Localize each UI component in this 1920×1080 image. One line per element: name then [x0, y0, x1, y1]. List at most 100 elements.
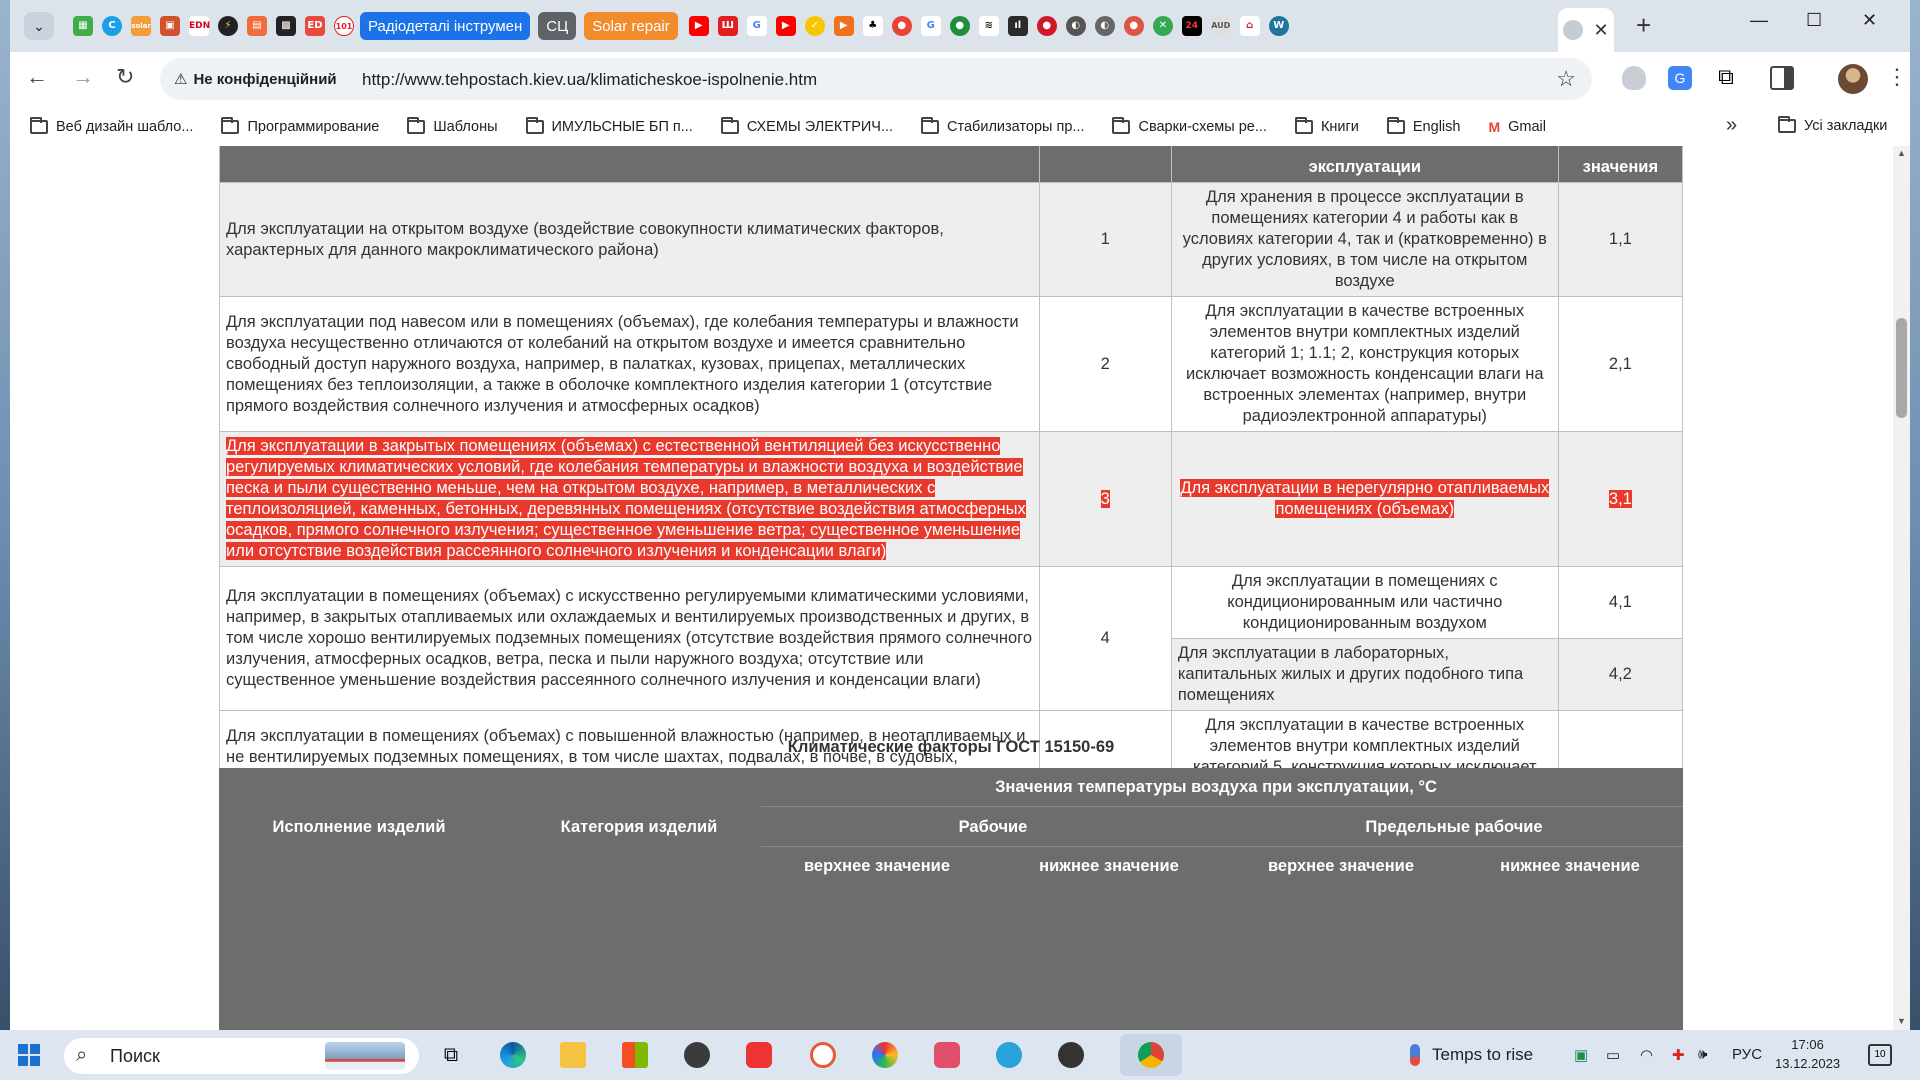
active-tab[interactable]: ✕	[1558, 8, 1614, 52]
browser-menu-icon[interactable]: ⋮	[1886, 64, 1908, 90]
youtube-icon[interactable]: ▶	[773, 13, 799, 39]
tab-favicon[interactable]: ▩	[273, 13, 299, 39]
bookmark-item[interactable]: Веб дизайн шабло...	[30, 117, 193, 135]
weather-widget[interactable]: Temps to rise	[1410, 1044, 1533, 1066]
back-button[interactable]: ←	[26, 64, 48, 90]
new-tab-button[interactable]: +	[1636, 10, 1651, 41]
table-header-cell: нижнее значение	[1500, 857, 1640, 875]
table-cell: 4	[1038, 566, 1172, 711]
tab-favicon[interactable]: ●	[1034, 13, 1060, 39]
table-cell: 1,1	[1557, 182, 1684, 297]
tab-favicon[interactable]: EDN	[186, 13, 212, 39]
scrollbar-thumb[interactable]	[1896, 318, 1907, 418]
bookmark-item[interactable]: English	[1386, 117, 1460, 135]
tab-favicon[interactable]: ●	[947, 13, 973, 39]
bookmark-star-icon[interactable]: ☆	[1556, 66, 1576, 92]
divider	[761, 846, 1683, 847]
bookmarks-overflow-icon[interactable]: »	[1726, 114, 1737, 137]
maximize-button[interactable]: ☐	[1806, 10, 1822, 31]
tab-search-button[interactable]: ⌄	[24, 12, 54, 40]
close-tab-icon[interactable]: ✕	[1593, 20, 1608, 41]
bookmark-item[interactable]: ИМУЛЬСНЫЕ БП п...	[525, 117, 693, 135]
bookmark-item[interactable]: СХЕМЫ ЭЛЕКТРИЧ...	[720, 117, 893, 135]
tab-favicon[interactable]: ▦	[70, 13, 96, 39]
taskbar-search[interactable]: ⌕ Поиск	[64, 1038, 419, 1074]
all-bookmarks-button[interactable]: Усі закладки	[1778, 116, 1887, 134]
url-text[interactable]: http://www.tehpostach.kiev.ua/klimatiche…	[362, 70, 817, 90]
app-icon[interactable]	[806, 1039, 840, 1071]
volume-icon[interactable]: 🕪	[1698, 1046, 1707, 1063]
battery-icon[interactable]: ▭	[1606, 1046, 1620, 1064]
tab-favicon[interactable]: C	[99, 13, 125, 39]
bookmark-item[interactable]: Программирование	[221, 117, 379, 135]
file-explorer-icon[interactable]	[556, 1039, 590, 1071]
security-tray-icon[interactable]: ✚	[1672, 1046, 1685, 1064]
bookmark-item[interactable]: Стабилизаторы пр...	[921, 117, 1084, 135]
google-icon[interactable]: G	[918, 13, 944, 39]
tray-app-icon[interactable]: ▣	[1574, 1046, 1588, 1064]
tab-favicon[interactable]: ▣	[157, 13, 183, 39]
paint-icon[interactable]	[868, 1039, 902, 1071]
tab-favicon[interactable]: ≋	[976, 13, 1002, 39]
bookmark-item[interactable]: M Gmail	[1488, 119, 1546, 135]
tab-pill[interactable]: Радіодеталі інструмен	[360, 12, 531, 40]
profile-avatar[interactable]	[1838, 64, 1868, 94]
forward-button[interactable]: →	[72, 64, 94, 90]
tab-favicon[interactable]: ●	[889, 13, 915, 39]
close-window-button[interactable]: ✕	[1862, 10, 1877, 31]
tab-favicon[interactable]: solar	[128, 13, 154, 39]
telegram-icon[interactable]	[992, 1039, 1026, 1071]
tab-favicon[interactable]: ♣	[860, 13, 886, 39]
tab-favicon[interactable]: 101	[331, 13, 357, 39]
tab-favicon[interactable]: ⌂	[1237, 13, 1263, 39]
bookmark-item[interactable]: Сварки-схемы ре...	[1112, 117, 1267, 135]
tab-pill[interactable]: Solar repair	[584, 12, 678, 40]
tab-favicon[interactable]: ◐	[1092, 13, 1118, 39]
scroll-up-icon[interactable]: ▲	[1897, 148, 1906, 158]
tab-favicon[interactable]: ▤	[244, 13, 270, 39]
tab-favicon[interactable]: ✓	[802, 13, 828, 39]
scroll-down-icon[interactable]: ▼	[1897, 1016, 1906, 1026]
reload-button[interactable]: ↻	[116, 64, 134, 90]
language-indicator[interactable]: РУС	[1732, 1046, 1762, 1063]
taskbar-clock[interactable]: 17:06 13.12.2023	[1775, 1035, 1840, 1073]
tab-favicon[interactable]: ▶	[831, 13, 857, 39]
tab-favicon[interactable]: AUD	[1208, 13, 1234, 39]
app-icon[interactable]	[680, 1039, 714, 1071]
security-indicator[interactable]: ⚠ Не конфіденційний	[174, 70, 337, 89]
address-bar[interactable]: ⚠ Не конфіденційний http://www.tehpostac…	[160, 58, 1592, 100]
notification-center-icon[interactable]: 10	[1868, 1044, 1892, 1066]
side-panel-icon[interactable]	[1770, 66, 1794, 90]
task-view-icon[interactable]: ⧉	[434, 1039, 468, 1071]
tab-favicon[interactable]: 24	[1179, 13, 1205, 39]
table-row-selected: Для эксплуатации в закрытых помещениях (…	[219, 431, 1684, 567]
google-icon[interactable]: G	[744, 13, 770, 39]
app-icon[interactable]	[930, 1039, 964, 1071]
translate-extension-icon[interactable]: G	[1668, 66, 1692, 90]
tab-favicon[interactable]: ED	[302, 13, 328, 39]
tab-favicon[interactable]: ✕	[1150, 13, 1176, 39]
app-icon[interactable]	[1054, 1039, 1088, 1071]
app-icon[interactable]	[742, 1039, 776, 1071]
minimize-button[interactable]: —	[1750, 10, 1768, 31]
tab-favicon[interactable]: ıl	[1005, 13, 1031, 39]
windows-start-icon[interactable]	[18, 1044, 40, 1066]
shield-extension-icon[interactable]	[1622, 66, 1646, 90]
table-header-cell: эксплуатации	[1170, 146, 1559, 183]
bookmark-item[interactable]: Книги	[1294, 117, 1359, 135]
tab-favicon[interactable]: Ш	[715, 13, 741, 39]
wifi-icon[interactable]: ◠	[1640, 1046, 1653, 1064]
edge-icon[interactable]	[496, 1039, 530, 1071]
tab-favicon[interactable]: ⚡	[215, 13, 241, 39]
chrome-icon[interactable]	[1134, 1039, 1168, 1071]
tab-favicon[interactable]: ◐	[1063, 13, 1089, 39]
extensions-puzzle-icon[interactable]: ⧉	[1714, 66, 1738, 90]
tab-pill[interactable]: СЦ	[538, 12, 577, 40]
bookmark-item[interactable]: Шаблоны	[407, 117, 498, 135]
store-icon[interactable]	[618, 1039, 652, 1071]
page-scrollbar[interactable]: ▲ ▼	[1893, 146, 1910, 1030]
clock-time: 17:06	[1791, 1037, 1824, 1052]
wordpress-icon[interactable]: W	[1266, 13, 1292, 39]
tab-favicon[interactable]: ●	[1121, 13, 1147, 39]
youtube-icon[interactable]: ▶	[686, 13, 712, 39]
